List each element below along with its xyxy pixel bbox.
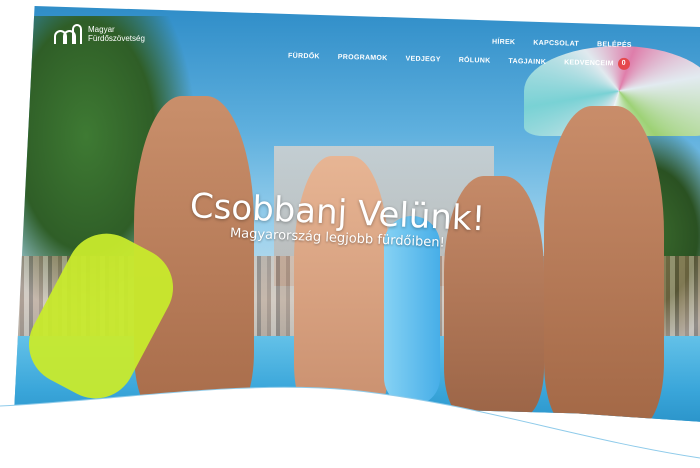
nav-kapcsolat[interactable]: KAPCSOLAT: [533, 40, 579, 48]
wave-fill: [0, 387, 700, 468]
nav-furdok[interactable]: FÜRDŐK: [288, 52, 320, 60]
favorites-count-badge: 0: [617, 57, 631, 70]
nav-kedvenceim[interactable]: KEDVENCEIM 0: [564, 56, 631, 70]
page: Magyar Fürdőszövetség HÍREK KAPCSOLAT BE…: [0, 0, 700, 468]
favorites-label: KEDVENCEIM: [564, 59, 615, 68]
logo-line2: Fürdőszövetség: [88, 34, 145, 43]
wave-decoration: [0, 386, 700, 468]
nav-tagjaink[interactable]: TAGJAINK: [509, 58, 547, 66]
nav-belepes[interactable]: BELÉPÉS: [597, 41, 632, 49]
nav-programok[interactable]: PROGRAMOK: [338, 53, 388, 61]
logo-line1: Magyar: [88, 25, 115, 34]
nav-hirek[interactable]: HÍREK: [492, 39, 515, 47]
nav-rolunk[interactable]: RÓLUNK: [459, 56, 491, 64]
nav-vedjegy[interactable]: VEDJEGY: [406, 55, 441, 63]
site-logo[interactable]: Magyar Fürdőszövetség: [54, 24, 145, 44]
logo-icon: [54, 24, 82, 44]
logo-text: Magyar Fürdőszövetség: [88, 25, 145, 43]
